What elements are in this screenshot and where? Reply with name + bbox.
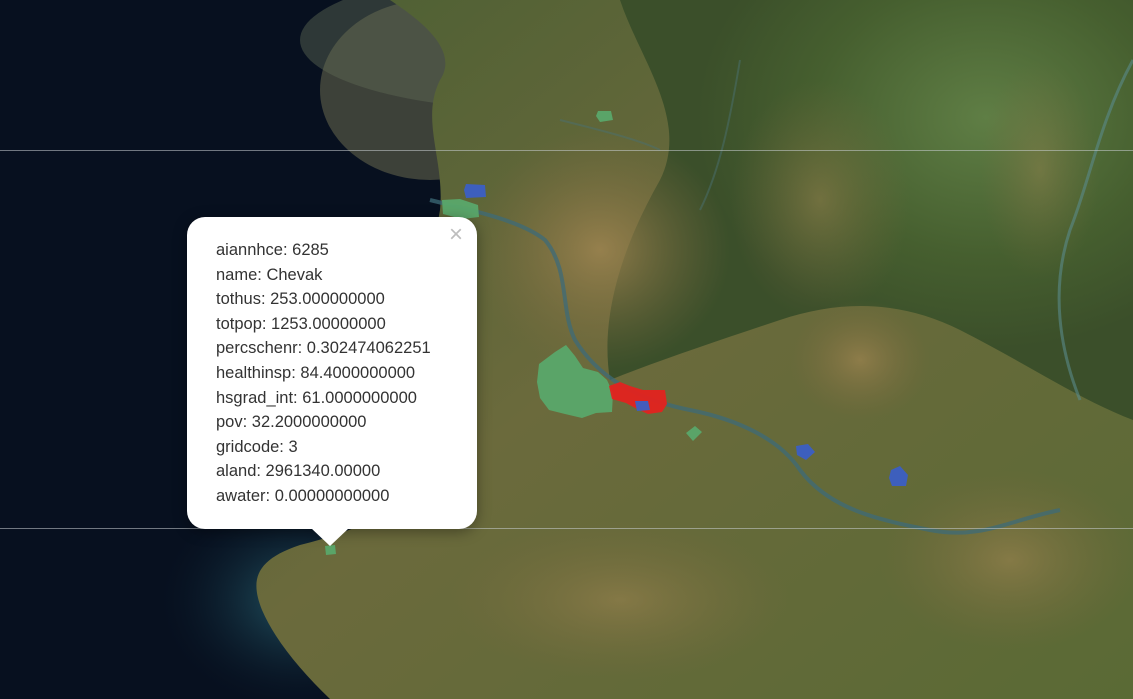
popup-field-pov: pov: 32.2000000000 (216, 413, 367, 432)
popup-field-percschenr: percschenr: 0.302474062251 (216, 339, 431, 358)
feature-green[interactable] (537, 345, 613, 418)
close-icon[interactable]: × (446, 223, 466, 247)
popup-tip (311, 528, 349, 546)
popup-attribute-list: aiannhce: 6285 name: Chevak tothus: 253.… (216, 238, 431, 509)
popup-field-gridcode: gridcode: 3 (216, 437, 298, 456)
feature-blue[interactable] (796, 444, 815, 460)
popup-field-healthinsp: healthinsp: 84.4000000000 (216, 363, 416, 382)
popup-field-hsgrad-int: hsgrad_int: 61.0000000000 (216, 388, 417, 407)
popup-field-name: name: Chevak (216, 265, 323, 284)
feature-green[interactable] (686, 426, 702, 441)
map-view[interactable]: × aiannhce: 6285 name: Chevak tothus: 25… (0, 0, 1133, 699)
feature-blue[interactable] (464, 184, 486, 198)
feature-green[interactable] (442, 199, 479, 219)
popup-field-totpop: totpop: 1253.00000000 (216, 314, 386, 333)
feature-green[interactable] (325, 545, 336, 555)
popup-field-tothus: tothus: 253.000000000 (216, 290, 385, 309)
popup-field-aland: aland: 2961340.00000 (216, 462, 381, 481)
feature-blue[interactable] (889, 466, 908, 486)
feature-blue[interactable] (635, 401, 650, 411)
feature-popup: × aiannhce: 6285 name: Chevak tothus: 25… (187, 217, 477, 546)
feature-green[interactable] (596, 111, 613, 122)
feature-layer (325, 111, 908, 555)
popup-field-awater: awater: 0.00000000000 (216, 486, 390, 505)
popup-field-aiannhce: aiannhce: 6285 (216, 241, 329, 259)
